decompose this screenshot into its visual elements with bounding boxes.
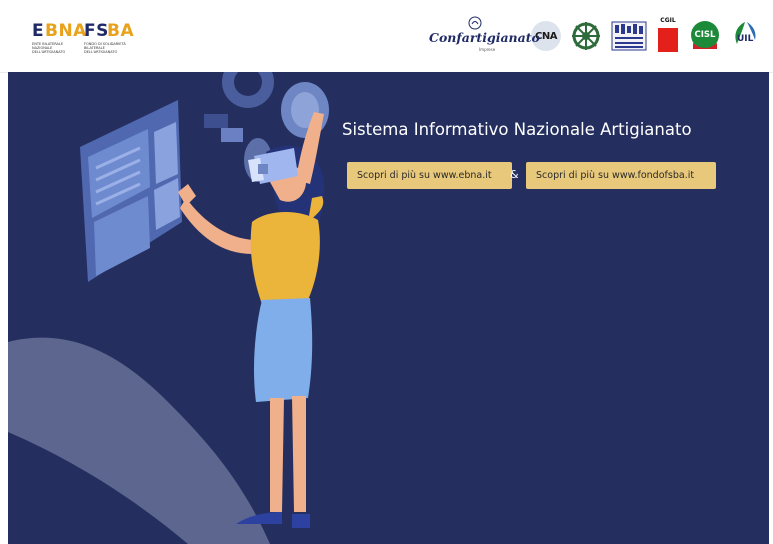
cgil-logo[interactable]: CGIL: [657, 17, 679, 55]
uil-logo[interactable]: UIL: [731, 20, 761, 52]
cisl-logo[interactable]: CISL: [689, 19, 721, 53]
logo-ebna-subtitle: ENTE BILATERALE NAZIONALE DELL'ARTIGIANA…: [32, 42, 66, 54]
uil-label: UIL: [737, 34, 754, 44]
logo-fsba-fs: FS: [84, 21, 109, 41]
logo-fsba-ba: BA: [107, 21, 135, 41]
confartigianato-label: Confartigianato: [429, 30, 540, 45]
cgil-label: CGIL: [660, 17, 676, 24]
confartigianato-emblem-icon: [468, 16, 482, 30]
vr-woman-illustration: [8, 72, 329, 544]
cgil-red-square: [658, 28, 678, 52]
logo-fsba-subtitle: FONDO DI SOLIDARIETÀ BILATERALE DELL'ART…: [84, 42, 126, 54]
ebna-link-button[interactable]: Scopri di più su www.ebna.it: [347, 162, 512, 189]
header: E BNA FS BA ENTE BILATERALE NAZIONALE DE…: [0, 0, 773, 73]
wheel-emblem-icon[interactable]: [571, 21, 601, 51]
partner-logos: Confartigianato Imprese CNA CGIL CISL UI…: [429, 14, 761, 58]
logo-ebna-rest: BNA: [45, 21, 87, 41]
building-emblem-icon[interactable]: [611, 21, 647, 51]
logo-ebna-e: E: [32, 21, 45, 41]
hero-banner: Sistema Informativo Nazionale Artigianat…: [8, 72, 769, 544]
ebna-fsba-logo[interactable]: E BNA FS BA ENTE BILATERALE NAZIONALE DE…: [32, 21, 135, 56]
ampersand-separator: &: [510, 168, 519, 181]
hero-title: Sistema Informativo Nazionale Artigianat…: [342, 120, 692, 139]
confartigianato-logo[interactable]: Confartigianato Imprese: [429, 16, 540, 56]
fondofsba-link-button[interactable]: Scopri di più su www.fondofsba.it: [526, 162, 716, 189]
confartigianato-sublabel: Imprese: [479, 47, 496, 52]
cisl-label: CISL: [694, 30, 716, 40]
